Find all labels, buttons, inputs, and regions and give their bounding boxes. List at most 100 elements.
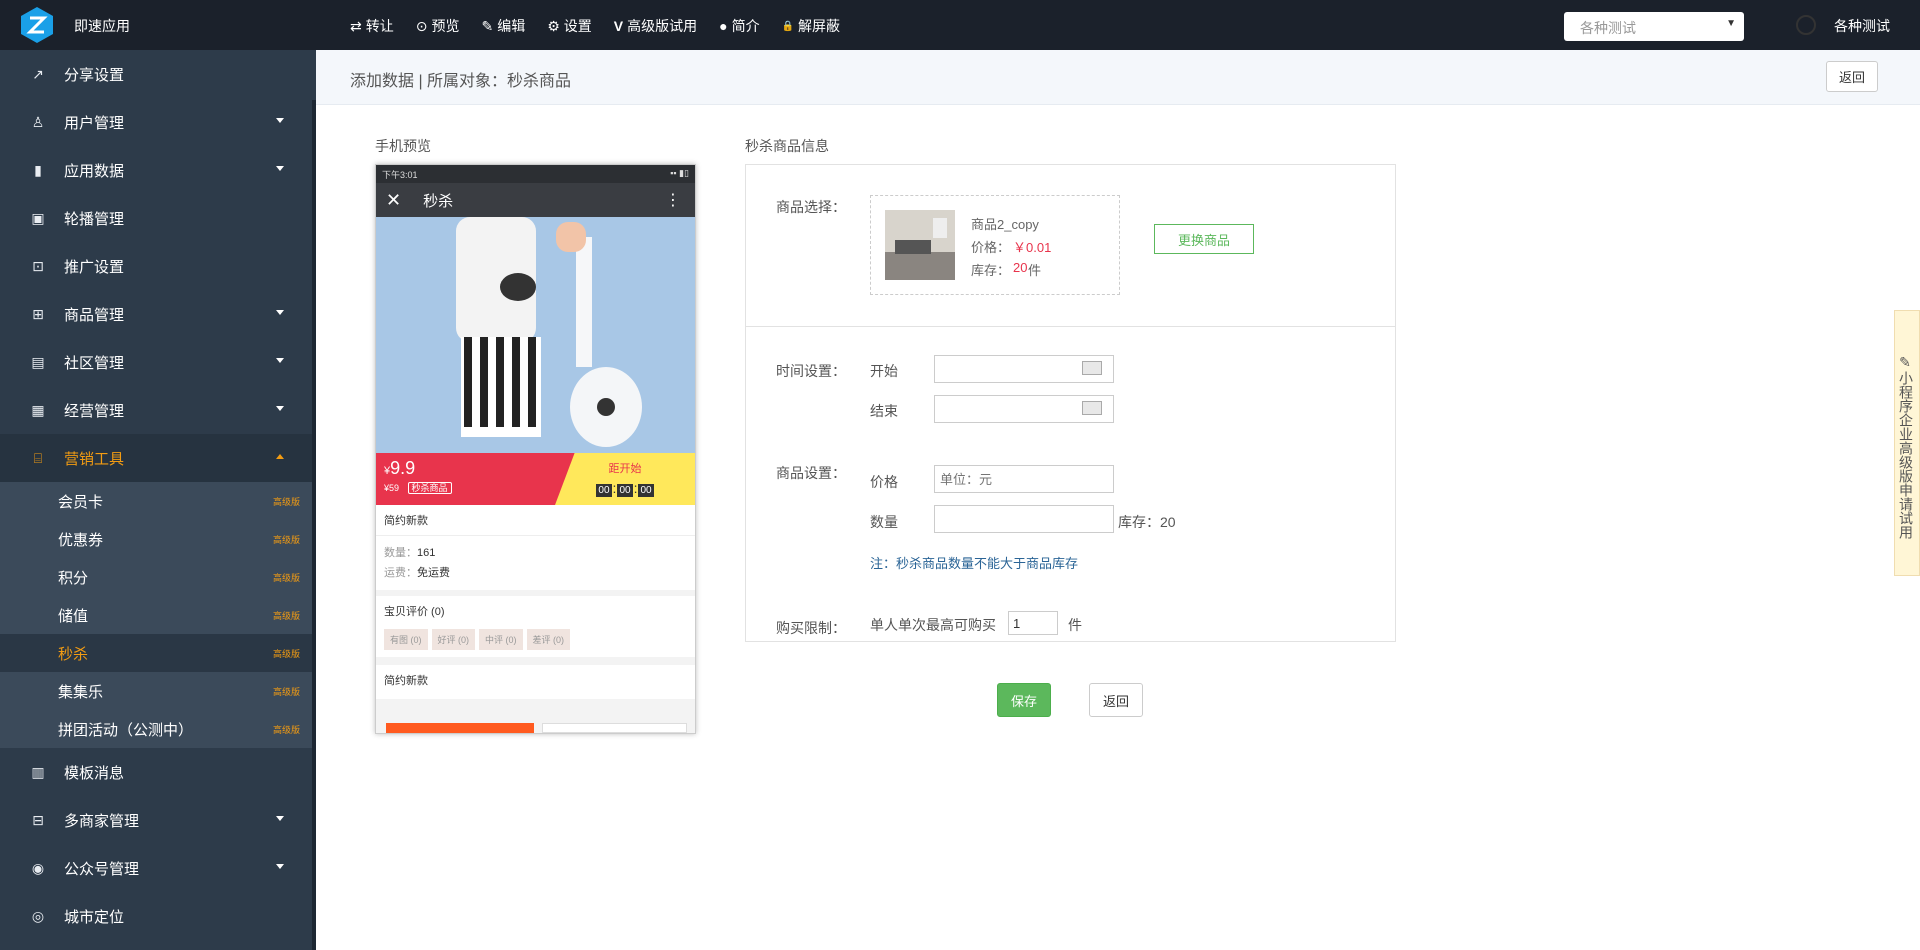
sidebar-item-app-data[interactable]: ▮ 应用数据 xyxy=(0,146,316,194)
detail-section: 简约新款 xyxy=(376,665,695,699)
goods-select-label: 商品选择： xyxy=(776,199,846,215)
cart-button xyxy=(542,723,687,733)
sidebar: ↗ 分享设置 ♙ 用户管理 ▮ 应用数据 ▣ 轮播管理 ⊡ 推广设置 ⊞ 商品管理 ▤ 社区管… xyxy=(0,50,316,950)
sidebar-sub-stored-value[interactable]: 储值 高级版 xyxy=(0,596,316,634)
start-label: 开始 xyxy=(870,363,898,379)
transfer-icon: ⇄ xyxy=(350,17,362,34)
goods-card[interactable]: 商品2_copy 价格： ￥0.01 库存： 20 件 xyxy=(870,195,1120,295)
caret-down-icon xyxy=(276,310,284,315)
preview-button[interactable]: ⊙ 预览 xyxy=(416,16,460,36)
phone-status-bar: 下午3:01 ▪▪ ▮▯ xyxy=(376,165,695,183)
form-divider xyxy=(746,326,1395,327)
flash-sale-form: 商品选择： 商品2_copy 价格： ￥0.01 库存： 20 件 更换商品 时… xyxy=(745,164,1396,642)
sidebar-item-template-msg[interactable]: ▥ 模板消息 xyxy=(0,748,316,796)
sidebar-item-users[interactable]: ♙ 用户管理 xyxy=(0,98,316,146)
sidebar-sub-flash-sale[interactable]: 秒杀 高级版 xyxy=(0,634,316,672)
calendar-icon[interactable] xyxy=(1082,401,1102,415)
sidebar-item-goods[interactable]: ⊞ 商品管理 xyxy=(0,290,316,338)
change-goods-button[interactable]: 更换商品 xyxy=(1154,224,1254,254)
countdown-box: 距开始 00:00:00 xyxy=(555,453,695,505)
stock-note: 库存：20 xyxy=(1118,514,1176,530)
settings-button[interactable]: ⚙ 设置 xyxy=(547,16,592,36)
goods-name: 商品2_copy xyxy=(971,217,1039,232)
gift-icon: ⌸ xyxy=(33,449,43,466)
caret-down-icon xyxy=(276,864,284,869)
back-button[interactable]: 返回 xyxy=(1089,683,1143,717)
template-icon: ▥ xyxy=(31,763,45,780)
preview-title: 手机预览 xyxy=(375,138,431,154)
location-icon: ◎ xyxy=(31,907,45,924)
save-button[interactable]: 保存 xyxy=(997,683,1051,717)
sale-price: 9.9 xyxy=(390,458,416,478)
person-icon: ● xyxy=(719,18,728,34)
app-select[interactable]: 各种测试 ▼ xyxy=(1564,12,1744,41)
goods-thumbnail xyxy=(885,210,955,280)
promote-icon: ⊡ xyxy=(32,257,44,274)
sidebar-item-multi-merchant[interactable]: ⊟ 多商家管理 xyxy=(0,796,316,844)
premium-trial-button[interactable]: V 高级版试用 xyxy=(614,16,697,36)
signal-battery-icon: ▪▪ ▮▯ xyxy=(670,168,689,178)
price-banner: ¥9.9 ¥59 秒杀商品 距开始 00:00:00 xyxy=(376,453,695,505)
sidebar-sub-collect[interactable]: 集集乐 高级版 xyxy=(0,672,316,710)
premium-badge: 高级版 xyxy=(272,573,300,583)
lock-icon: 🔒 xyxy=(781,20,795,32)
sidebar-item-promotion[interactable]: ⊡ 推广设置 xyxy=(0,242,316,290)
sidebar-sub-member-card[interactable]: 会员卡 高级版 xyxy=(0,482,316,520)
sidebar-item-official-account[interactable]: ◉ 公众号管理 xyxy=(0,844,316,892)
close-icon: ✕ xyxy=(386,189,402,210)
quantity-input[interactable] xyxy=(934,505,1114,533)
intro-button[interactable]: ● 简介 xyxy=(719,16,759,36)
flash-flag: 秒杀商品 xyxy=(407,482,452,494)
sidebar-sub-group-buy[interactable]: 拼团活动（公测中） 高级版 xyxy=(0,710,316,748)
sidebar-item-carousel[interactable]: ▣ 轮播管理 xyxy=(0,194,316,242)
chevron-down-icon: ▼ xyxy=(1726,18,1736,29)
user-name[interactable]: 各种测试 xyxy=(1834,16,1890,36)
sidebar-item-community[interactable]: ▤ 社区管理 xyxy=(0,338,316,386)
calendar-icon[interactable] xyxy=(1082,361,1102,375)
product-image xyxy=(376,217,695,453)
phone-nav-bar: ✕ 秒杀 ⋮ xyxy=(376,183,695,217)
sidebar-sub-coupon[interactable]: 优惠券 高级版 xyxy=(0,520,316,558)
bar-chart-icon: ▮ xyxy=(34,161,42,178)
caret-down-icon xyxy=(276,816,284,821)
goods-icon: ⊞ xyxy=(32,305,44,322)
edit-button[interactable]: ✎ 编辑 xyxy=(481,16,525,36)
limit-unit: 件 xyxy=(1068,617,1082,633)
caret-up-icon xyxy=(276,454,284,459)
top-nav: ⇄ 转让 ⊙ 预览 ✎ 编辑 ⚙ 设置 V 高级版试用 ● 简介 🔒 解屏蔽 xyxy=(350,16,840,36)
app-logo-icon[interactable] xyxy=(18,6,56,44)
premium-badge: 高级版 xyxy=(272,535,300,545)
price-input[interactable] xyxy=(934,465,1114,493)
purchase-limit-label: 购买限制： xyxy=(776,620,846,636)
image-icon: ▣ xyxy=(31,209,45,226)
product-meta-section: 数量：161 运费：免运费 xyxy=(376,536,695,590)
caret-down-icon xyxy=(276,118,284,123)
goods-stock: 20 xyxy=(1013,260,1028,275)
page-header: 添加数据 | 所属对象：秒杀商品 返回 xyxy=(316,50,1920,105)
qty-hint: 注：秒杀商品数量不能大于商品库存 xyxy=(870,556,1079,571)
sidebar-item-marketing[interactable]: ⌸ 营销工具 xyxy=(0,434,316,482)
trial-apply-tab[interactable]: ✎小程序企业高级版申请试用 xyxy=(1894,310,1920,576)
premium-badge: 高级版 xyxy=(272,687,300,697)
share-icon: ↗ xyxy=(32,65,44,82)
community-icon: ▤ xyxy=(31,353,45,370)
business-icon: ▦ xyxy=(31,401,45,418)
premium-badge: 高级版 xyxy=(272,497,300,507)
sidebar-item-city[interactable]: ◎ 城市定位 xyxy=(0,892,316,940)
clock-icon[interactable] xyxy=(1796,15,1816,35)
header-back-button[interactable]: 返回 xyxy=(1826,61,1878,92)
unblock-button[interactable]: 🔒 解屏蔽 xyxy=(782,16,840,36)
more-icon: ⋮ xyxy=(665,192,681,209)
sidebar-item-business[interactable]: ▦ 经营管理 xyxy=(0,386,316,434)
limit-input[interactable] xyxy=(1008,611,1058,635)
sidebar-sub-points[interactable]: 积分 高级版 xyxy=(0,558,316,596)
gear-icon: ⚙ xyxy=(547,17,560,34)
caret-down-icon xyxy=(276,166,284,171)
goods-price: ￥0.01 xyxy=(1013,240,1052,255)
wechat-icon: ◉ xyxy=(31,859,45,876)
product-photo xyxy=(376,217,695,453)
sidebar-item-share[interactable]: ↗ 分享设置 xyxy=(0,50,316,98)
transfer-button[interactable]: ⇄ 转让 xyxy=(350,16,394,36)
premium-badge: 高级版 xyxy=(272,725,300,735)
limit-text: 单人单次最高可购买 xyxy=(870,617,996,633)
